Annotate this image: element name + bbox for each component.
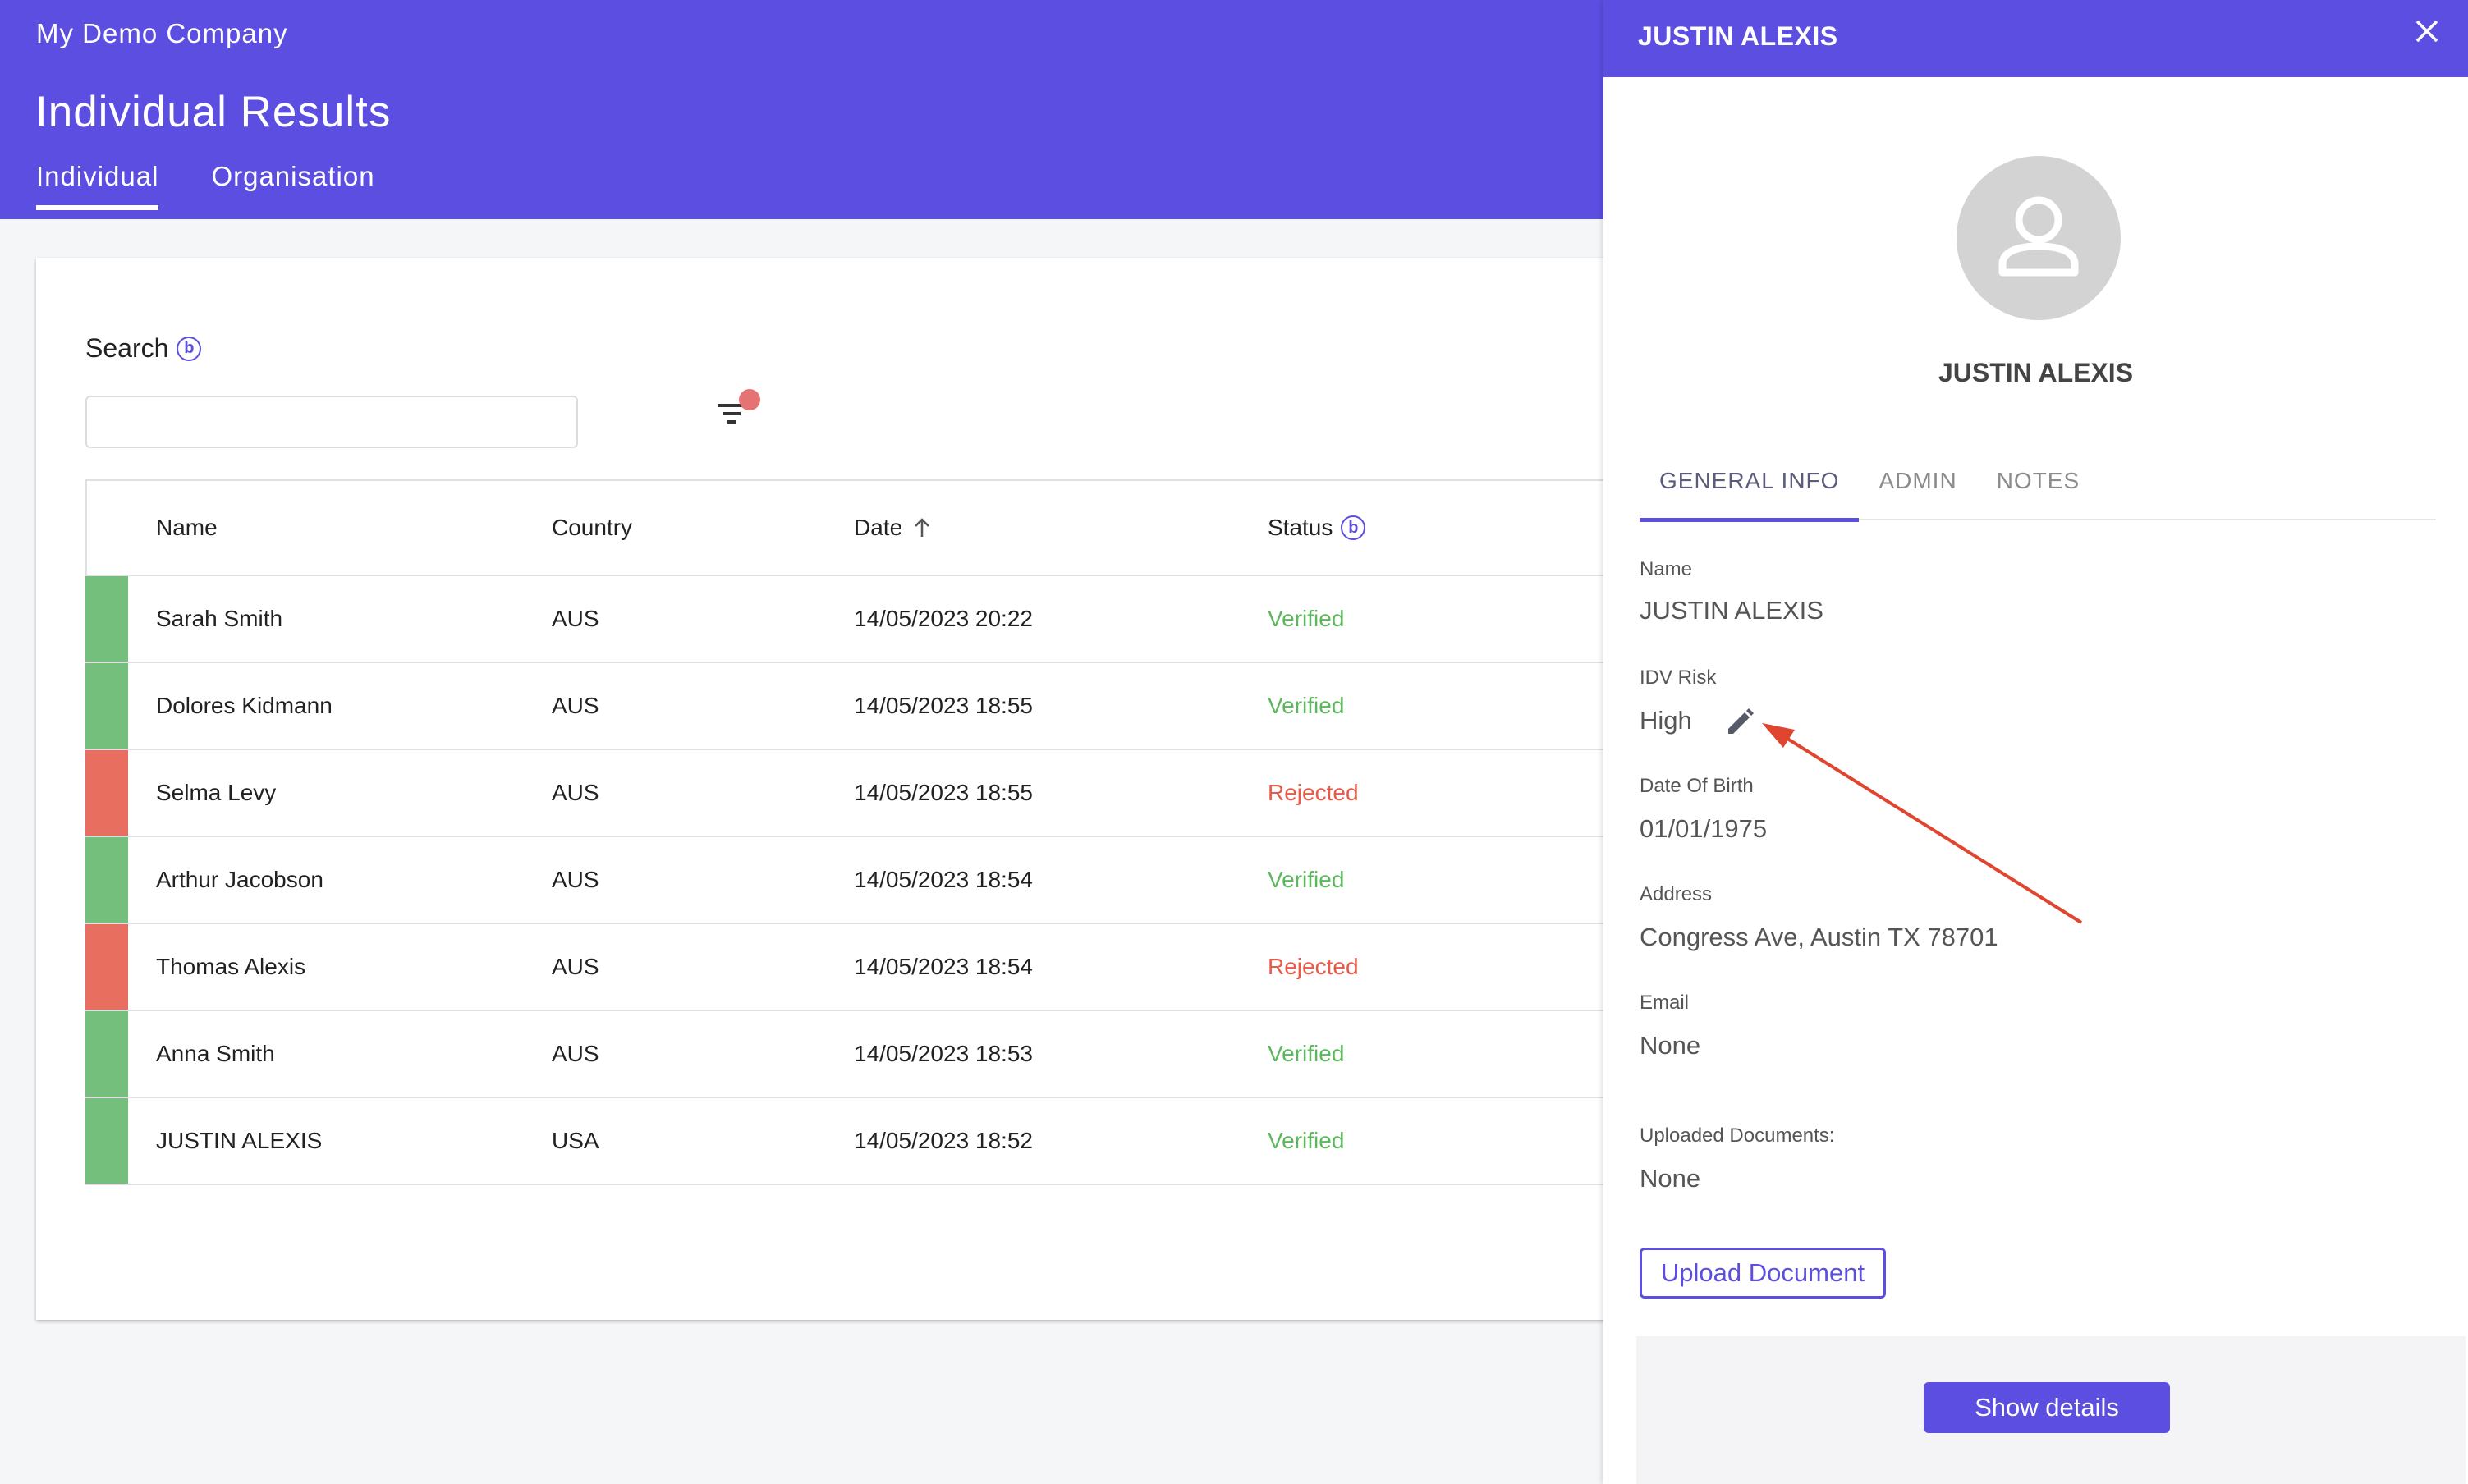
row-country: AUS	[552, 606, 599, 631]
idv-risk-value: High	[1640, 706, 1692, 735]
row-name: Selma Levy	[156, 780, 277, 805]
status-stripe	[85, 924, 128, 1010]
row-date: 14/05/2023 18:55	[854, 780, 1033, 805]
pencil-icon	[1728, 708, 1754, 734]
row-status: Verified	[1268, 606, 1345, 631]
email-value: None	[1640, 1031, 1701, 1060]
row-date: 14/05/2023 18:52	[854, 1128, 1033, 1153]
table-row[interactable]: JUSTIN ALEXIS USA 14/05/2023 18:52 Verif…	[85, 1098, 1645, 1185]
row-status: Verified	[1268, 1128, 1345, 1153]
row-name: Thomas Alexis	[156, 954, 306, 979]
row-name: Anna Smith	[156, 1041, 275, 1066]
upload-document-button[interactable]: Upload Document	[1640, 1248, 1886, 1298]
status-stripe	[85, 1098, 128, 1184]
row-country: AUS	[552, 867, 599, 892]
tab-individual[interactable]: Individual	[36, 161, 159, 210]
tab-notes[interactable]: NOTES	[1977, 450, 2099, 520]
documents-value: None	[1640, 1164, 1701, 1193]
dob-value: 01/01/1975	[1640, 814, 1768, 843]
status-stripe	[85, 663, 128, 749]
status-stripe	[85, 1011, 128, 1097]
status-stripe	[85, 837, 128, 923]
table-row[interactable]: Anna Smith AUS 14/05/2023 18:53 Verified	[85, 1011, 1645, 1098]
column-header-status[interactable]: Status b	[1268, 515, 1366, 541]
name-label: Name	[1640, 558, 1693, 580]
email-label: Email	[1640, 992, 1690, 1014]
row-name: Sarah Smith	[156, 606, 283, 631]
row-date: 14/05/2023 20:22	[854, 606, 1033, 631]
table-row[interactable]: Selma Levy AUS 14/05/2023 18:55 Rejected	[85, 750, 1645, 837]
panel-header: JUSTIN ALEXIS	[1603, 0, 2468, 77]
table-row[interactable]: Sarah Smith AUS 14/05/2023 20:22 Verifie…	[85, 576, 1645, 663]
documents-label: Uploaded Documents:	[1640, 1124, 1835, 1147]
tab-general-info[interactable]: GENERAL INFO	[1640, 450, 1860, 522]
row-name: Arthur Jacobson	[156, 867, 323, 892]
address-value: Congress Ave, Austin TX 78701	[1640, 923, 1998, 951]
results-card: Search b Name Country Date Status b Sara…	[36, 258, 1645, 1320]
row-status: Rejected	[1268, 954, 1359, 979]
search-label: Search b	[85, 333, 202, 364]
results-tabs: Individual Organisation	[36, 161, 428, 210]
panel-title: JUSTIN ALEXIS	[1638, 21, 1838, 51]
row-date: 14/05/2023 18:54	[854, 954, 1033, 979]
row-date: 14/05/2023 18:55	[854, 693, 1033, 718]
avatar	[1957, 156, 2121, 320]
row-date: 14/05/2023 18:53	[854, 1041, 1033, 1066]
search-label-text: Search	[85, 333, 169, 363]
column-header-name[interactable]: Name	[156, 515, 218, 541]
row-date: 14/05/2023 18:54	[854, 867, 1033, 892]
company-name: My Demo Company	[36, 18, 288, 48]
table-header: Name Country Date Status b	[85, 481, 1645, 576]
panel-tabs: GENERAL INFO ADMIN NOTES	[1640, 450, 2436, 522]
filter-button[interactable]	[713, 389, 762, 438]
show-details-button[interactable]: Show details	[1924, 1382, 2170, 1433]
tab-organisation[interactable]: Organisation	[211, 161, 374, 210]
row-status: Verified	[1268, 693, 1345, 718]
search-input[interactable]	[85, 396, 578, 448]
row-country: USA	[552, 1128, 599, 1153]
row-status: Rejected	[1268, 780, 1359, 805]
status-stripe	[85, 750, 128, 836]
row-country: AUS	[552, 1041, 599, 1066]
row-country: AUS	[552, 780, 599, 805]
column-header-country[interactable]: Country	[552, 515, 632, 541]
results-table: Name Country Date Status b Sarah Smith A…	[85, 479, 1645, 1185]
close-icon	[2415, 20, 2438, 43]
row-status: Verified	[1268, 1041, 1345, 1066]
table-row[interactable]: Thomas Alexis AUS 14/05/2023 18:54 Rejec…	[85, 924, 1645, 1011]
profile-name: JUSTIN ALEXIS	[1938, 358, 2134, 387]
row-status: Verified	[1268, 867, 1345, 892]
filter-active-badge	[739, 389, 760, 410]
page-title: Individual Results	[35, 88, 392, 136]
row-name: JUSTIN ALEXIS	[156, 1128, 323, 1153]
edit-risk-button[interactable]	[1722, 704, 1758, 740]
status-stripe	[85, 576, 128, 662]
detail-panel: JUSTIN ALEXIS JUSTIN ALEXIS GENERAL INFO…	[1603, 0, 2468, 1484]
close-button[interactable]	[2411, 15, 2443, 48]
dob-label: Date Of Birth	[1640, 775, 1754, 797]
table-row[interactable]: Dolores Kidmann AUS 14/05/2023 18:55 Ver…	[85, 663, 1645, 750]
column-header-date[interactable]: Date	[854, 515, 934, 541]
address-label: Address	[1640, 883, 1713, 905]
tab-admin[interactable]: ADMIN	[1859, 450, 1976, 520]
search-info-icon[interactable]: b	[177, 336, 202, 361]
row-country: AUS	[552, 954, 599, 979]
status-info-icon[interactable]: b	[1341, 515, 1366, 540]
row-name: Dolores Kidmann	[156, 693, 333, 718]
name-value: JUSTIN ALEXIS	[1640, 596, 1823, 625]
idv-risk-label: IDV Risk	[1640, 666, 1717, 689]
app-header: My Demo Company Individual Results Indiv…	[0, 0, 1603, 219]
person-icon	[1998, 196, 2079, 277]
row-country: AUS	[552, 693, 599, 718]
table-row[interactable]: Arthur Jacobson AUS 14/05/2023 18:54 Ver…	[85, 837, 1645, 924]
details-footer: Show details	[1636, 1336, 2466, 1484]
sort-ascending-icon	[915, 518, 930, 537]
